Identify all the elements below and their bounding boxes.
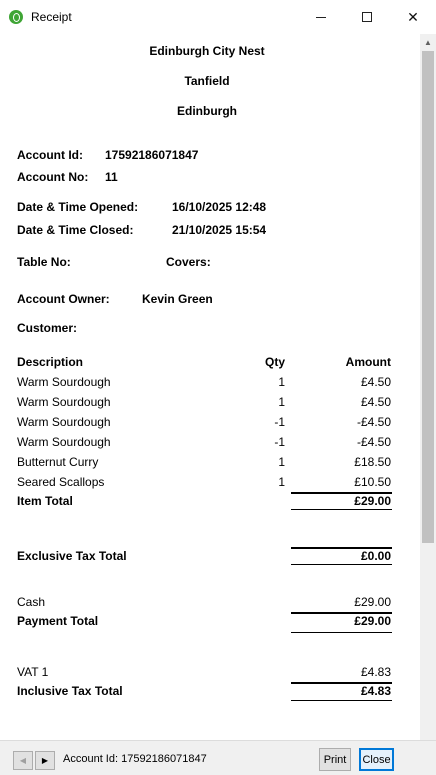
item-amount: £18.50 [354, 455, 391, 469]
payment-method-value: £29.00 [354, 595, 391, 609]
inclusive-tax-label: Inclusive Tax Total [17, 684, 123, 698]
account-no-value: 11 [105, 170, 118, 184]
payment-method-label: Cash [17, 595, 46, 609]
vat-label: VAT 1 [17, 665, 49, 679]
receipt-content: Edinburgh City Nest Tanfield Edinburgh A… [0, 34, 420, 740]
item-description: Warm Sourdough [17, 415, 111, 429]
maximize-button[interactable] [344, 0, 390, 34]
exclusive-tax-value: £0.00 [360, 549, 391, 563]
item-description: Butternut Curry [17, 455, 99, 469]
business-city: Edinburgh [177, 104, 237, 118]
item-qty: 1 [278, 475, 285, 489]
exclusive-tax-label: Exclusive Tax Total [17, 549, 127, 563]
item-qty: -1 [274, 435, 285, 449]
item-description: Warm Sourdough [17, 435, 111, 449]
item-amount: £4.50 [360, 395, 391, 409]
chevron-right-icon: ▶ [41, 756, 49, 765]
payment-total-value: £29.00 [354, 614, 391, 628]
item-amount: £10.50 [354, 475, 391, 489]
status-account-id: Account Id: 17592186071847 [63, 753, 207, 765]
status-bar: ◀ ▶ Account Id: 17592186071847 Print Clo… [0, 740, 436, 775]
close-icon: ✕ [407, 8, 419, 25]
maximize-icon [362, 12, 372, 22]
table-no-label: Table No: [17, 255, 71, 269]
scroll-up-icon[interactable]: ▲ [420, 34, 436, 51]
inclusive-tax-value: £4.83 [360, 684, 391, 698]
item-total-label: Item Total [17, 494, 73, 508]
print-button[interactable]: Print [319, 748, 351, 771]
item-qty: -1 [274, 415, 285, 429]
customer-label: Customer: [17, 321, 78, 335]
col-header-amount: Amount [345, 355, 391, 369]
vat-value: £4.83 [360, 665, 391, 679]
close-window-button[interactable]: ✕ [390, 0, 436, 34]
owner-value: Kevin Green [142, 292, 213, 306]
account-id-label: Account Id: [17, 148, 83, 162]
item-total-underline [291, 509, 392, 510]
item-qty: 1 [278, 375, 285, 389]
business-area: Tanfield [184, 74, 230, 88]
item-description: Seared Scallops [17, 475, 105, 489]
minimize-button[interactable] [298, 0, 344, 34]
opened-label: Date & Time Opened: [17, 200, 139, 214]
opened-value: 16/10/2025 12:48 [172, 200, 267, 214]
account-id-value: 17592186071847 [105, 148, 199, 162]
item-total-value: £29.00 [354, 494, 391, 508]
item-amount: -£4.50 [356, 415, 391, 429]
col-header-description: Description [17, 355, 84, 369]
item-amount: -£4.50 [356, 435, 391, 449]
covers-label: Covers: [166, 255, 211, 269]
payment-total-label: Payment Total [17, 614, 99, 628]
business-name: Edinburgh City Nest [149, 44, 265, 58]
next-button[interactable]: ▶ [35, 751, 55, 770]
minimize-icon [316, 16, 326, 18]
item-description: Warm Sourdough [17, 395, 111, 409]
vertical-scrollbar[interactable]: ▲ [420, 34, 436, 740]
closed-value: 21/10/2025 15:54 [172, 223, 267, 237]
exclusive-tax-underline [291, 564, 392, 565]
account-no-label: Account No: [17, 170, 89, 184]
owner-label: Account Owner: [17, 292, 110, 306]
item-amount: £4.50 [360, 375, 391, 389]
receipt-app-icon [9, 10, 23, 24]
previous-button[interactable]: ◀ [13, 751, 33, 770]
item-description: Warm Sourdough [17, 375, 111, 389]
col-header-qty: Qty [264, 355, 285, 369]
inclusive-tax-underline [291, 700, 392, 701]
close-button[interactable]: Close [359, 748, 394, 771]
chevron-left-icon: ◀ [19, 756, 27, 765]
payment-total-underline [291, 632, 392, 633]
item-qty: 1 [278, 395, 285, 409]
item-qty: 1 [278, 455, 285, 469]
scroll-thumb[interactable] [422, 51, 434, 543]
closed-label: Date & Time Closed: [17, 223, 134, 237]
window-title: Receipt [31, 10, 72, 24]
title-bar: Receipt ✕ [0, 0, 436, 34]
